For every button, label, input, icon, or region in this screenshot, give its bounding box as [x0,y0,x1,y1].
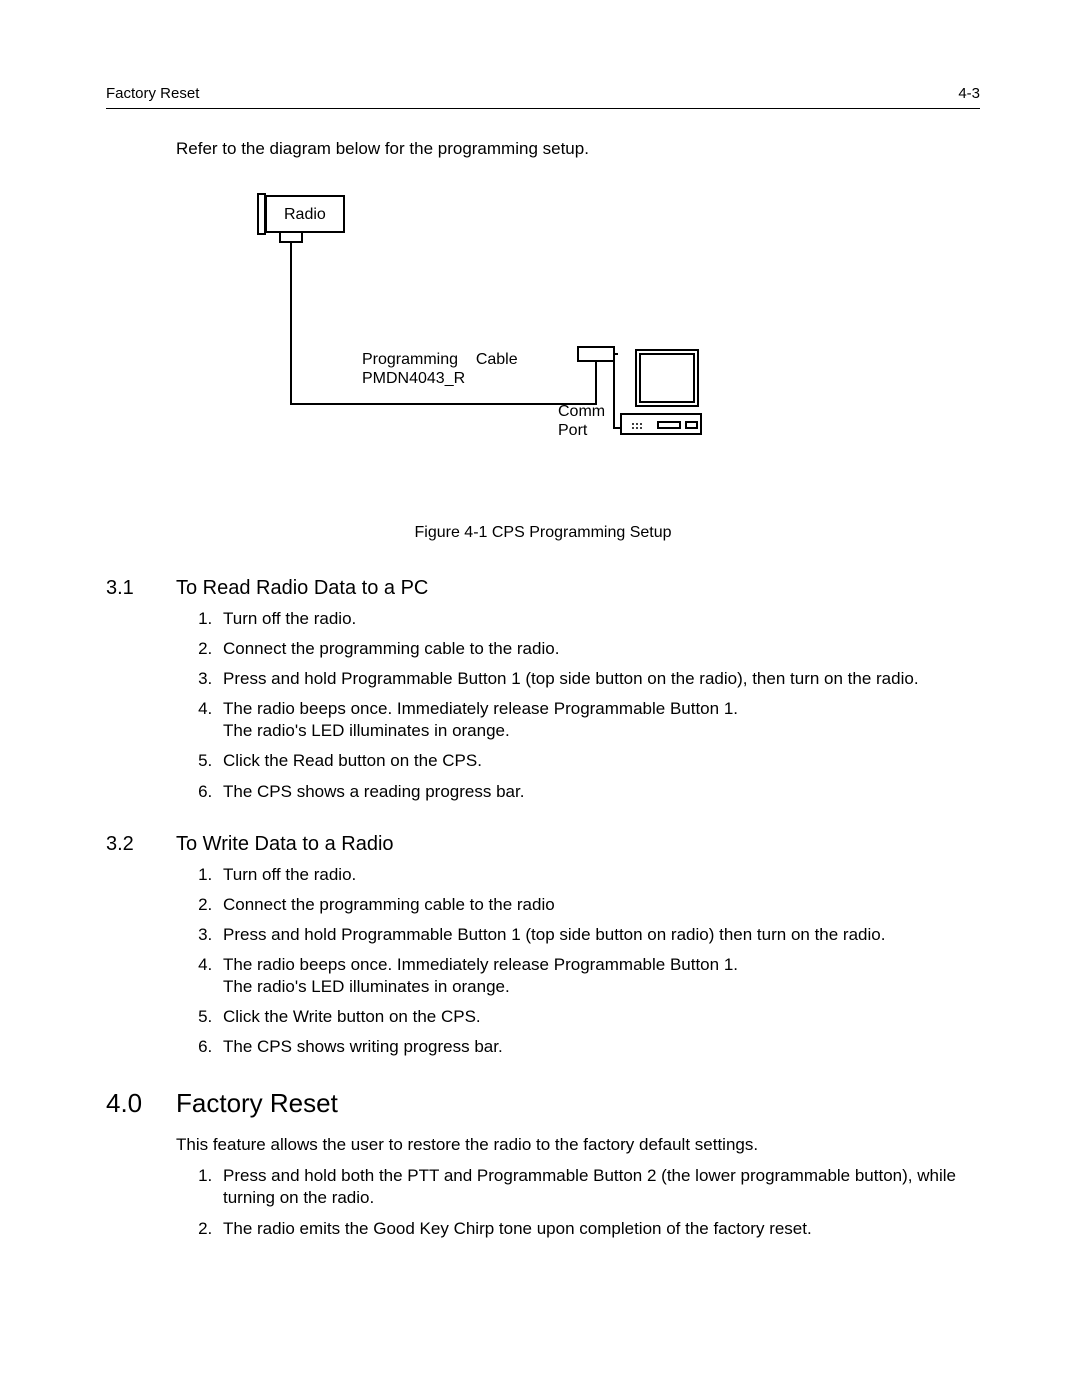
list-item: Click the Read button on the CPS. [217,750,980,772]
section-3-2-heading: 3.2 To Write Data to a Radio [106,833,980,856]
list-item: Press and hold both the PTT and Programm… [217,1165,980,1209]
list-item: The CPS shows a reading progress bar. [217,781,980,803]
section-3-1-steps: Turn off the radio. Connect the programmi… [191,608,980,803]
computer-icon [621,350,701,434]
list-item: Turn off the radio. [217,864,980,886]
page: Factory Reset 4-3 Refer to the diagram b… [0,0,1080,1397]
intro-text: Refer to the diagram below for the progr… [176,139,980,159]
list-item: The radio emits the Good Key Chirp tone … [217,1218,980,1240]
programming-cable-label-2: PMDN4043_R [362,370,465,387]
section-4-0-heading: 4.0 Factory Reset [106,1088,980,1119]
section-4-0-steps: Press and hold both the PTT and Programm… [191,1165,980,1239]
section-number: 4.0 [106,1088,176,1119]
list-item: The radio beeps once. Immediately releas… [217,954,980,998]
page-header: Factory Reset 4-3 [106,85,980,109]
section-number: 3.2 [106,833,176,856]
section-number: 3.1 [106,577,176,600]
list-item: The radio beeps once. Immediately releas… [217,698,980,742]
comm-port-label-2: Port [558,422,588,439]
header-left: Factory Reset [106,85,199,102]
section-title: To Read Radio Data to a PC [176,577,428,600]
section-4-0-body: This feature allows the user to restore … [176,1135,980,1155]
programming-cable-label-1: Programming Cable [362,351,518,368]
figure-caption: Figure 4-1 CPS Programming Setup [106,524,980,542]
programming-setup-diagram: Radio Programming Cable PMDN4043_R Comm … [106,184,980,504]
section-title: Factory Reset [176,1088,338,1119]
header-right: 4-3 [958,85,980,102]
section-title: To Write Data to a Radio [176,833,394,856]
list-item: Press and hold Programmable Button 1 (to… [217,924,980,946]
list-item: The CPS shows writing progress bar. [217,1036,980,1058]
radio-label: Radio [284,206,326,223]
comm-port-label-1: Comm [558,403,605,420]
list-item: Connect the programming cable to the rad… [217,894,980,916]
list-item: Press and hold Programmable Button 1 (to… [217,668,980,690]
list-item: Click the Write button on the CPS. [217,1006,980,1028]
list-item: Turn off the radio. [217,608,980,630]
section-3-1-heading: 3.1 To Read Radio Data to a PC [106,577,980,600]
section-3-2-steps: Turn off the radio. Connect the programmi… [191,864,980,1059]
list-item: Connect the programming cable to the rad… [217,638,980,660]
